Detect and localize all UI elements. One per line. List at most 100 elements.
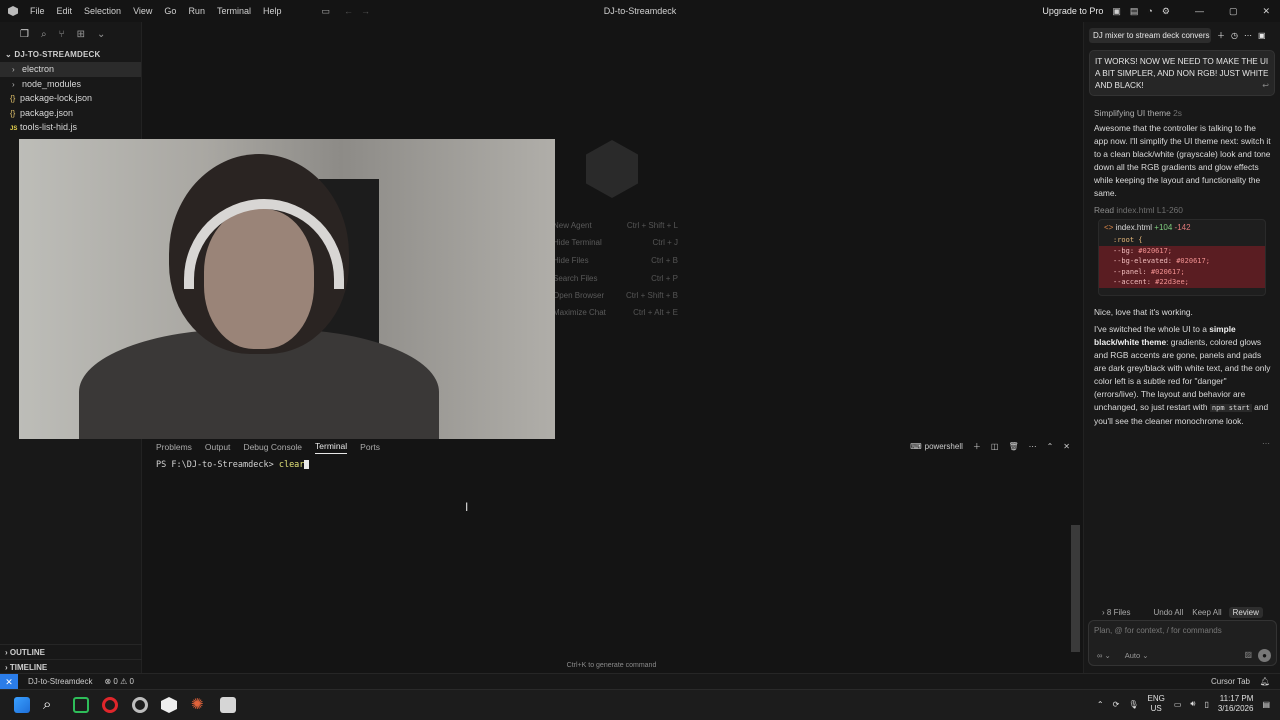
panel-tabs: Problems Output Debug Console Terminal P…	[143, 437, 1080, 457]
close-window-icon[interactable]: ✕	[1262, 6, 1270, 17]
new-chat-plus-icon[interactable]: ＋	[1217, 30, 1225, 41]
tree-item-package-json[interactable]: {} package.json	[0, 106, 141, 121]
tree-item-package-lock[interactable]: {} package-lock.json	[0, 91, 141, 106]
maximize-panel-icon[interactable]: ⌃	[1047, 442, 1054, 451]
taskbar-app-red-icon[interactable]: ✺	[191, 697, 207, 713]
tab-output[interactable]: Output	[205, 442, 231, 452]
terminal-scrollbar[interactable]	[1071, 525, 1080, 652]
status-cursor-tab[interactable]: Cursor Tab	[1211, 677, 1250, 686]
menu-selection[interactable]: Selection	[84, 6, 121, 16]
chat-more-icon[interactable]: ⋯	[1244, 31, 1252, 40]
shortcut-search-files[interactable]: Search Files Ctrl + P	[553, 274, 678, 283]
shortcut-label: Hide Files	[553, 256, 589, 265]
notification-center-icon[interactable]: ▤	[1262, 700, 1270, 709]
outline-section[interactable]: › OUTLINE	[0, 644, 142, 659]
windows-start-icon[interactable]	[14, 697, 30, 713]
microphone-icon[interactable]: ●	[1258, 649, 1271, 662]
upgrade-button[interactable]: Upgrade to Pro	[1042, 6, 1103, 16]
shortcut-new-agent[interactable]: New Agent Ctrl + Shift + L	[553, 221, 678, 230]
tab-problems[interactable]: Problems	[156, 442, 192, 452]
split-terminal-icon[interactable]: ◫	[991, 442, 999, 451]
volume-icon[interactable]: 🔊︎	[1190, 699, 1195, 709]
menu-go[interactable]: Go	[164, 6, 176, 16]
settings-gear-icon[interactable]: ⚙	[1162, 6, 1170, 17]
undo-arrow-icon[interactable]: ↩	[1262, 80, 1269, 92]
read-file-status[interactable]: Read index.html L1-260	[1084, 205, 1280, 215]
chat-tab-title[interactable]: DJ mixer to stream deck convers	[1089, 27, 1211, 43]
menu-help[interactable]: Help	[263, 6, 282, 16]
shortcut-hide-terminal[interactable]: Hide Terminal Ctrl + J	[553, 238, 678, 247]
search-icon[interactable]: ⌕	[41, 29, 47, 40]
mode-selector[interactable]: ∞ ⌄	[1097, 651, 1111, 660]
files-icon[interactable]: ❐	[20, 29, 29, 40]
forward-arrow-icon[interactable]: →	[361, 6, 370, 16]
model-selector[interactable]: Auto ⌄	[1125, 651, 1149, 660]
menu-view[interactable]: View	[133, 6, 152, 16]
agent-chat-panel: DJ mixer to stream deck convers ＋ ◷ ⋯ ▣ …	[1083, 22, 1280, 673]
undo-all-button[interactable]: Undo All	[1153, 608, 1183, 617]
remote-window-icon[interactable]: ✕	[0, 673, 18, 690]
taskbar-app-green-icon[interactable]	[73, 697, 89, 713]
trash-icon[interactable]: 🗑	[1008, 442, 1018, 451]
taskbar-search-icon[interactable]: ⌕	[43, 697, 59, 713]
maximize-icon[interactable]: ▢	[1229, 6, 1238, 17]
changed-files-toggle[interactable]: › 8 Files	[1102, 608, 1130, 617]
tab-terminal[interactable]: Terminal	[315, 441, 348, 454]
battery-icon[interactable]: ▯	[1204, 700, 1208, 709]
back-arrow-icon[interactable]: ←	[344, 6, 353, 16]
status-problems[interactable]: ⊗ 0 ⚠ 0	[104, 677, 133, 686]
terminal[interactable]: PS F:\DJ-to-Streamdeck> clear	[143, 457, 1080, 673]
shell-selector[interactable]: powershell	[925, 442, 963, 451]
tree-item-node-modules[interactable]: › node_modules	[0, 77, 141, 92]
tree-item-electron[interactable]: › electron	[0, 62, 141, 77]
timeline-section[interactable]: › TIMELINE	[0, 659, 142, 674]
opera-browser-icon[interactable]	[102, 697, 118, 713]
toggle-panel-icon[interactable]: ▣	[1258, 31, 1266, 40]
user-message-bubble[interactable]: IT WORKS! NOW WE NEED TO MAKE THE UI A B…	[1089, 50, 1275, 96]
extensions-icon[interactable]: ⊞	[77, 29, 85, 40]
bell-icon[interactable]: ◔	[1147, 6, 1152, 16]
thought-status[interactable]: Simplifying UI theme 2s	[1084, 108, 1280, 118]
keep-all-button[interactable]: Keep All	[1192, 608, 1221, 617]
reply-more-icon[interactable]: ⋯	[1262, 439, 1270, 448]
changed-files-count: 8 Files	[1106, 607, 1131, 617]
tray-mic-icon[interactable]: 🎙︎	[1128, 700, 1138, 709]
chat-input[interactable]: Plan, @ for context, / for commands ∞ ⌄ …	[1088, 620, 1277, 666]
notifications-bell-icon[interactable]: 🔔︎	[1260, 677, 1270, 686]
tab-ports[interactable]: Ports	[360, 442, 380, 452]
close-panel-icon[interactable]: ✕	[1063, 442, 1070, 451]
status-project[interactable]: DJ-to-Streamdeck	[28, 677, 92, 686]
user-message-text: IT WORKS! NOW WE NEED TO MAKE THE UI A B…	[1095, 57, 1269, 90]
chat-icon[interactable]: ▤	[1130, 6, 1139, 17]
menu-file[interactable]: File	[30, 6, 45, 16]
tab-debug-console[interactable]: Debug Console	[243, 442, 302, 452]
tray-sync-icon[interactable]: ⟳	[1113, 700, 1120, 709]
toggle-sidebar-icon[interactable]: ▭	[321, 6, 330, 17]
tree-item-tools-list-hid[interactable]: JS tools-list-hid.js	[0, 120, 141, 135]
clock[interactable]: 11:17 PM 3/16/2026	[1218, 694, 1254, 714]
explorer-header[interactable]: ⌄ DJ-TO-STREAMDECK	[0, 47, 141, 62]
menu-run[interactable]: Run	[188, 6, 205, 16]
code-diff-block[interactable]: <> index.html +104 -142 :root { --bg: #0…	[1098, 219, 1266, 296]
minimize-icon[interactable]: —	[1195, 6, 1204, 16]
cursor-app-icon[interactable]	[161, 697, 177, 713]
shortcut-hide-files[interactable]: Hide Files Ctrl + B	[553, 256, 678, 265]
tray-chevron-up-icon[interactable]: ⌃	[1097, 700, 1104, 709]
menu-edit[interactable]: Edit	[57, 6, 73, 16]
chevron-down-icon[interactable]: ⌄	[97, 29, 105, 40]
source-control-icon[interactable]: ⑂	[59, 29, 65, 40]
new-terminal-plus-icon[interactable]: ＋	[973, 441, 981, 452]
menu-terminal[interactable]: Terminal	[217, 6, 251, 16]
image-attach-icon[interactable]: ▨	[1244, 650, 1252, 659]
chrome-browser-icon[interactable]	[132, 697, 148, 713]
taskbar-app-window-icon[interactable]	[220, 697, 236, 713]
history-clock-icon[interactable]: ◷	[1231, 31, 1238, 40]
language-indicator[interactable]: ENG US	[1147, 694, 1164, 714]
shortcut-open-browser[interactable]: Open Browser Ctrl + Shift + B	[553, 291, 678, 300]
review-button[interactable]: Review	[1228, 606, 1263, 618]
more-actions-icon[interactable]: ⋯	[1029, 442, 1037, 451]
layout-icon[interactable]: ▣	[1112, 6, 1121, 17]
shortcut-maximize-chat[interactable]: Maximize Chat Ctrl + Alt + E	[553, 308, 678, 317]
network-icon[interactable]: ▭	[1174, 700, 1182, 709]
assistant-reply-3: I've switched the whole UI to a simple b…	[1084, 323, 1280, 428]
